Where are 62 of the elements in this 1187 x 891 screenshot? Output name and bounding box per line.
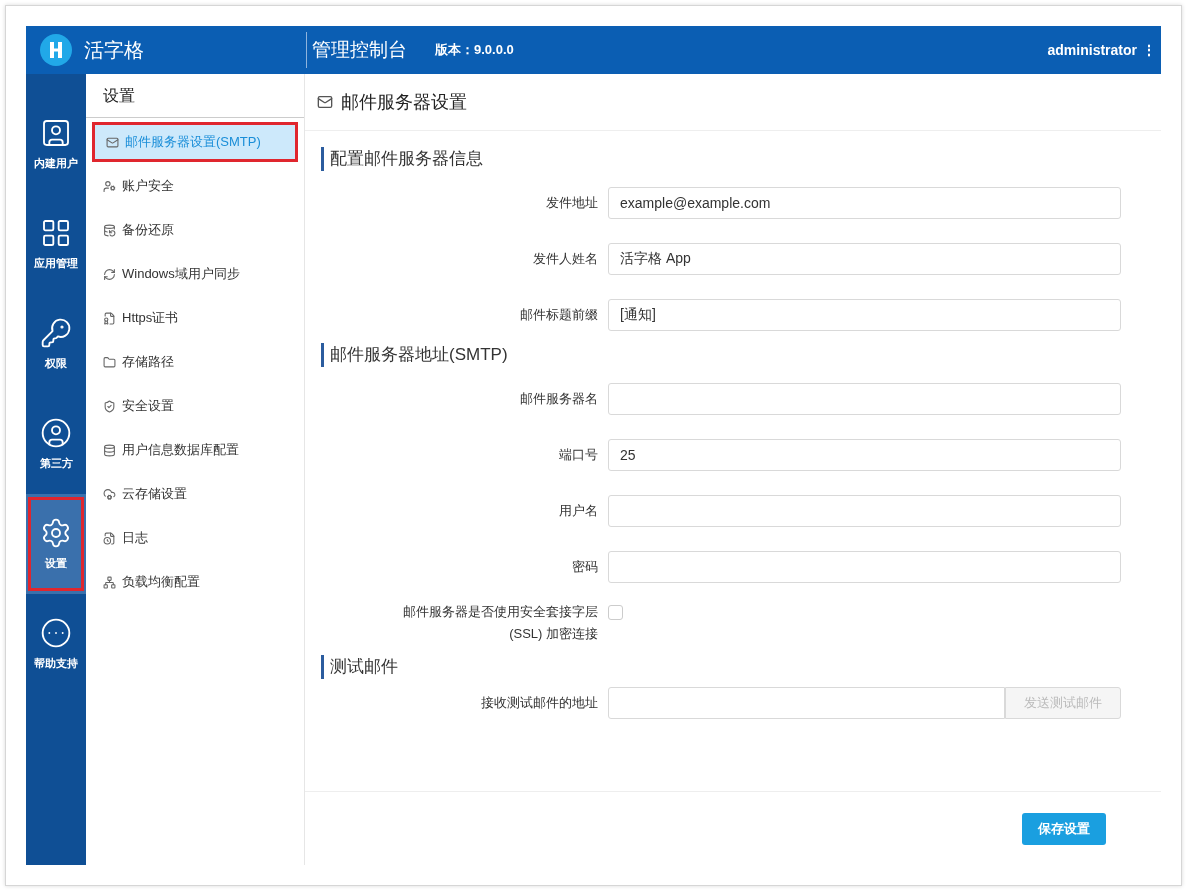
input-field[interactable] [608, 687, 1005, 719]
network-icon [103, 575, 116, 589]
field-label: 邮件标题前缀 [519, 306, 598, 325]
mail-icon [106, 135, 119, 149]
settings-menu-item[interactable]: Https证书 [92, 298, 298, 338]
field-label: 邮件服务器是否使用安全套接字层 [403, 603, 598, 621]
nav-rail-item[interactable]: 帮助支持 [26, 594, 86, 694]
input-field[interactable]: 活字格 App [608, 243, 1121, 275]
input-field[interactable] [608, 383, 1121, 415]
nav-rail-item[interactable]: 第三方 [26, 394, 86, 494]
settings-menu-item[interactable]: 云存储设置 [92, 474, 298, 514]
field-label: 用户名 [558, 502, 598, 521]
logo-icon [40, 34, 72, 66]
field-label: 密码 [571, 558, 598, 577]
console-title: 管理控制台 [312, 37, 407, 62]
section-title: 邮件服务器地址(SMTP) [330, 344, 508, 367]
folder-icon [103, 355, 116, 369]
settings-icon [40, 516, 72, 549]
section-title: 配置邮件服务器信息 [330, 148, 483, 171]
nav-rail-item[interactable]: 设置 [26, 494, 86, 594]
nav-rail-item[interactable]: 内建用户 [26, 94, 86, 194]
version-text: 版本：9.0.0.0 [435, 41, 514, 60]
input-field[interactable]: [通知] [608, 299, 1121, 331]
mail-icon [317, 94, 333, 110]
checkbox[interactable] [608, 605, 623, 620]
input-field[interactable]: 25 [608, 439, 1121, 471]
input-field[interactable]: example@example.com [608, 187, 1121, 219]
field-label: (SSL) 加密连接 [509, 625, 598, 643]
settings-menu-item[interactable]: 备份还原 [92, 210, 298, 250]
more-icon [40, 616, 72, 649]
settings-menu-item[interactable]: 安全设置 [92, 386, 298, 426]
database-icon [103, 443, 116, 457]
settings-menu-item[interactable]: Windows域用户同步 [92, 254, 298, 294]
settings-menu-item[interactable]: 存储路径 [92, 342, 298, 382]
more-menu-button[interactable]: ⋮ [1142, 39, 1156, 61]
field-label: 发件人姓名 [532, 250, 598, 269]
nav-rail-item[interactable]: 应用管理 [26, 194, 86, 294]
document-clock-icon [103, 531, 116, 545]
nav-rail-item[interactable]: 权限 [26, 294, 86, 394]
section-title: 测试邮件 [330, 656, 398, 679]
settings-menu-item[interactable]: 负载均衡配置 [92, 562, 298, 602]
database-backup-icon [103, 223, 116, 237]
user-gear-icon [103, 179, 116, 193]
user-circle-icon [40, 416, 72, 449]
settings-menu-item[interactable]: 账户安全 [92, 166, 298, 206]
field-label: 接收测试邮件的地址 [480, 694, 598, 713]
shield-icon [103, 399, 116, 413]
user-name[interactable]: administrator [1047, 39, 1137, 61]
password-field[interactable] [608, 551, 1121, 583]
menu-title: 设置 [103, 85, 135, 106]
field-label: 邮件服务器名 [519, 390, 598, 409]
field-label: 发件地址 [545, 194, 598, 213]
logo-text: 活字格 [84, 38, 144, 63]
key-icon [40, 316, 72, 349]
field-label: 端口号 [558, 446, 598, 465]
settings-menu-item[interactable]: 用户信息数据库配置 [92, 430, 298, 470]
cloud-gear-icon [103, 487, 116, 501]
settings-menu-item[interactable]: 日志 [92, 518, 298, 558]
input-field[interactable] [608, 495, 1121, 527]
page-title: 邮件服务器设置 [341, 90, 467, 114]
certificate-icon [103, 311, 116, 325]
sync-icon [103, 267, 116, 281]
